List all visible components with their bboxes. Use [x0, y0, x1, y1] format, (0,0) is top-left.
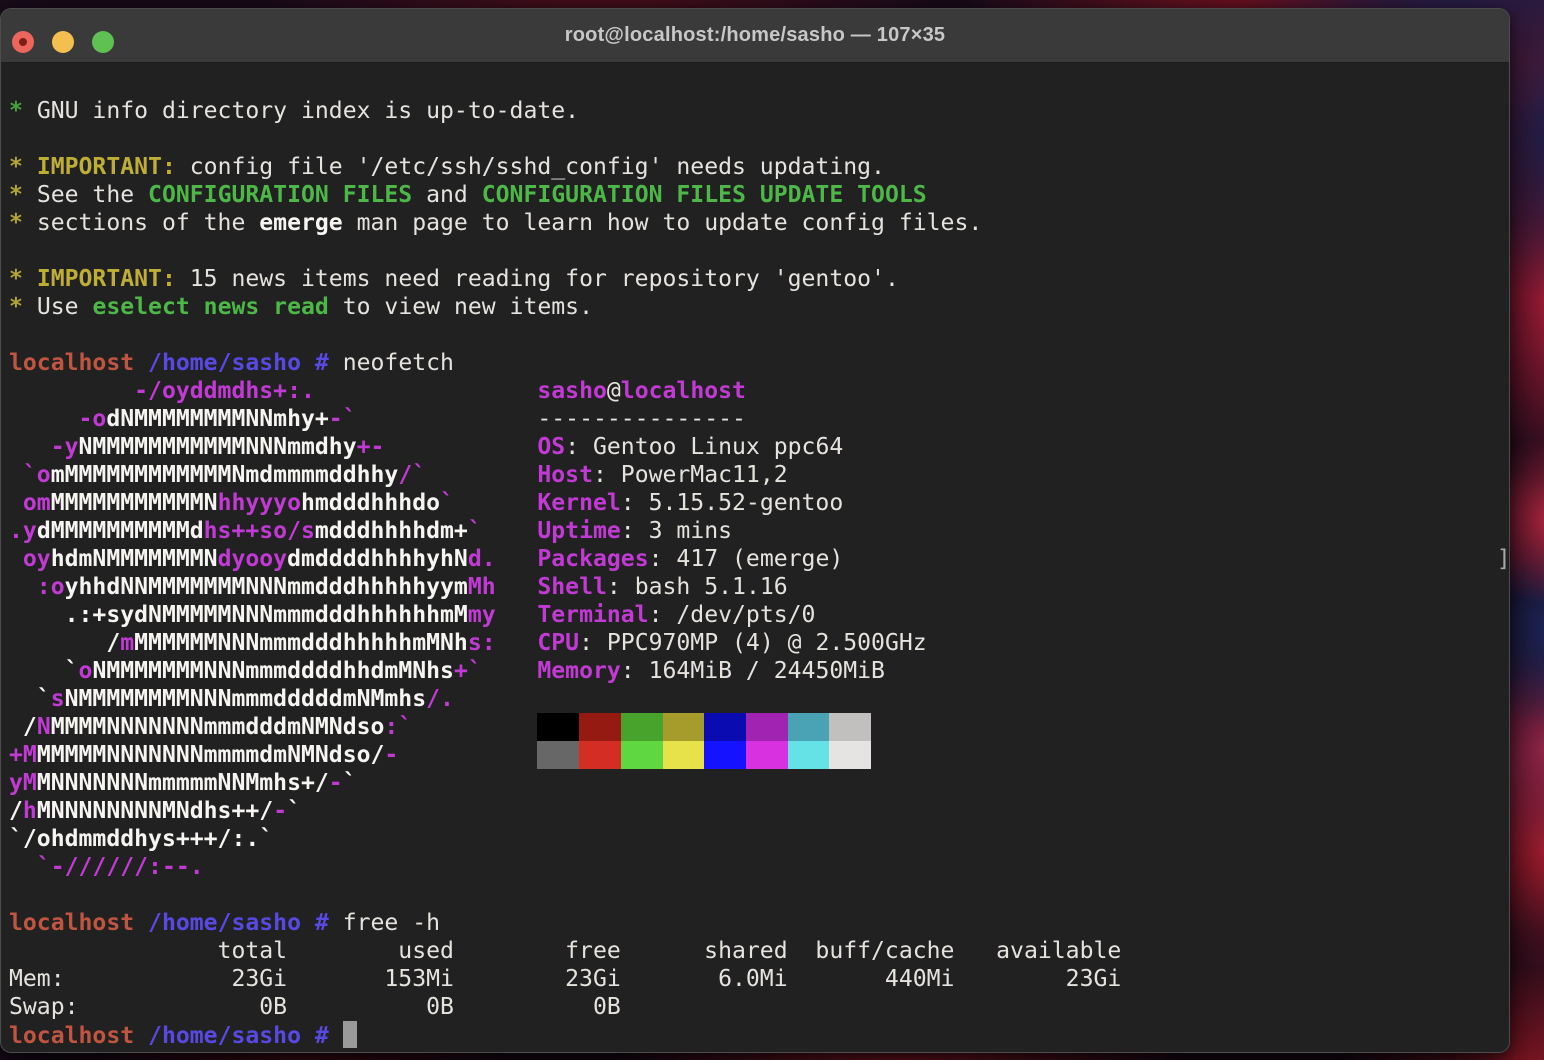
traffic-lights — [12, 31, 114, 53]
terminal-line: -yNMMMMMMMMMMMNNNmmdhy+- OS: Gentoo Linu… — [9, 434, 844, 460]
terminal-line: * IMPORTANT: 15 news items need reading … — [9, 266, 899, 292]
terminal-line: `oNMMMMMMMNNNmmmddddhhdmMNhs+` Memory: 1… — [9, 658, 885, 684]
palette-swatch — [829, 713, 872, 741]
terminal-cursor — [342, 1021, 357, 1048]
terminal-output: * GNU info directory index is up-to-date… — [9, 69, 1509, 1049]
palette-swatch — [745, 741, 788, 769]
terminal-line: `omMMMMMMMMMMMMNmdmmmmddhhy/` Host: Powe… — [9, 462, 788, 488]
palette-swatch — [620, 713, 663, 741]
palette-swatch — [662, 741, 705, 769]
terminal-screen[interactable]: * GNU info directory index is up-to-date… — [1, 63, 1509, 1049]
terminal-line: Swap: 0B 0B 0B — [9, 994, 621, 1020]
palette-swatch — [579, 741, 621, 769]
terminal-line: * IMPORTANT: config file '/etc/ssh/sshd_… — [9, 154, 885, 180]
palette-swatch — [704, 713, 746, 741]
terminal-line: `-//////:--. — [9, 854, 204, 880]
terminal-line: /hMNNNNNNNNMNdhs++/-` — [9, 798, 301, 824]
minimize-button[interactable] — [52, 31, 74, 53]
terminal-line: * sections of the emerge man page to lea… — [9, 210, 983, 236]
palette-swatch — [662, 713, 705, 741]
palette-swatch — [704, 741, 746, 769]
terminal-line: * See the CONFIGURATION FILES and CONFIG… — [9, 182, 927, 208]
terminal-line: localhost /home/sasho # — [9, 1021, 1509, 1049]
terminal-line: total used free shared buff/cache availa… — [9, 938, 1122, 964]
terminal-line: omMMMMMMMMMMMNhhyyyohmdddhhhdo` Kernel: … — [9, 490, 844, 516]
palette-swatch — [620, 741, 663, 769]
window-title: root@localhost:/home/sasho — 107×35 — [564, 24, 946, 46]
terminal-line: -/oyddmdhs+:. sasho@localhost — [9, 378, 746, 404]
terminal-line: .:+sydNMMMMMNNNmmmdddhhhhhhmMmy Terminal… — [9, 602, 816, 628]
palette-swatch — [579, 713, 621, 741]
palette-swatch — [787, 741, 830, 769]
terminal-line: Mem: 23Gi 153Mi 23Gi 6.0Mi 440Mi 23Gi — [9, 966, 1122, 992]
terminal-line: /NMMMMNNNNNNNmmmdddmNMNdso:` — [9, 713, 1509, 741]
palette-swatch — [829, 741, 872, 769]
terminal-window[interactable]: root@localhost:/home/sasho — 107×35 * GN… — [0, 8, 1510, 1053]
terminal-line: .ydMMMMMMMMMMdhs++so/smdddhhhhdm+` Uptim… — [9, 518, 733, 544]
close-button[interactable] — [12, 31, 34, 53]
zoom-button[interactable] — [92, 31, 114, 53]
terminal-line: localhost /home/sasho # free -h — [9, 910, 441, 936]
terminal-line: -odNMMMMMMMMNNmhy+-` --------------- — [9, 406, 746, 432]
palette-swatch — [787, 713, 830, 741]
terminal-line: `/ohdmmddhys+++/:.` — [9, 826, 274, 852]
terminal-line: :oyhhdNNMMMMMMMNNNmmdddhhhhhyymMh Shell:… — [9, 574, 788, 600]
palette-swatch — [745, 713, 788, 741]
terminal-line: yMMNNNNNNNmmmmmNNMmhs+/-` — [9, 770, 357, 796]
terminal-line: localhost /home/sasho # neofetch — [9, 350, 454, 376]
terminal-line: * Use eselect news read to view new item… — [9, 294, 593, 320]
terminal-line: `sNMMMMMMMMNNNmmmdddddmNMmhs/. — [9, 686, 454, 712]
terminal-line: +MMMMMMNNNNNNNmmmmdmNMNdso/- — [9, 741, 1509, 769]
palette-swatch — [537, 741, 580, 769]
palette-swatch — [537, 713, 580, 741]
terminal-line: * GNU info directory index is up-to-date… — [9, 98, 580, 124]
window-titlebar[interactable]: root@localhost:/home/sasho — 107×35 — [1, 9, 1509, 63]
terminal-line: /mMMMMMMNNNmmmdddhhhhhmMNhs: CPU: PPC970… — [9, 630, 927, 656]
terminal-line: oyhdmNMMMMMMMNdyooydmddddhhhhyhNd. Packa… — [9, 546, 1510, 572]
close-button-edited-dot — [19, 38, 27, 46]
